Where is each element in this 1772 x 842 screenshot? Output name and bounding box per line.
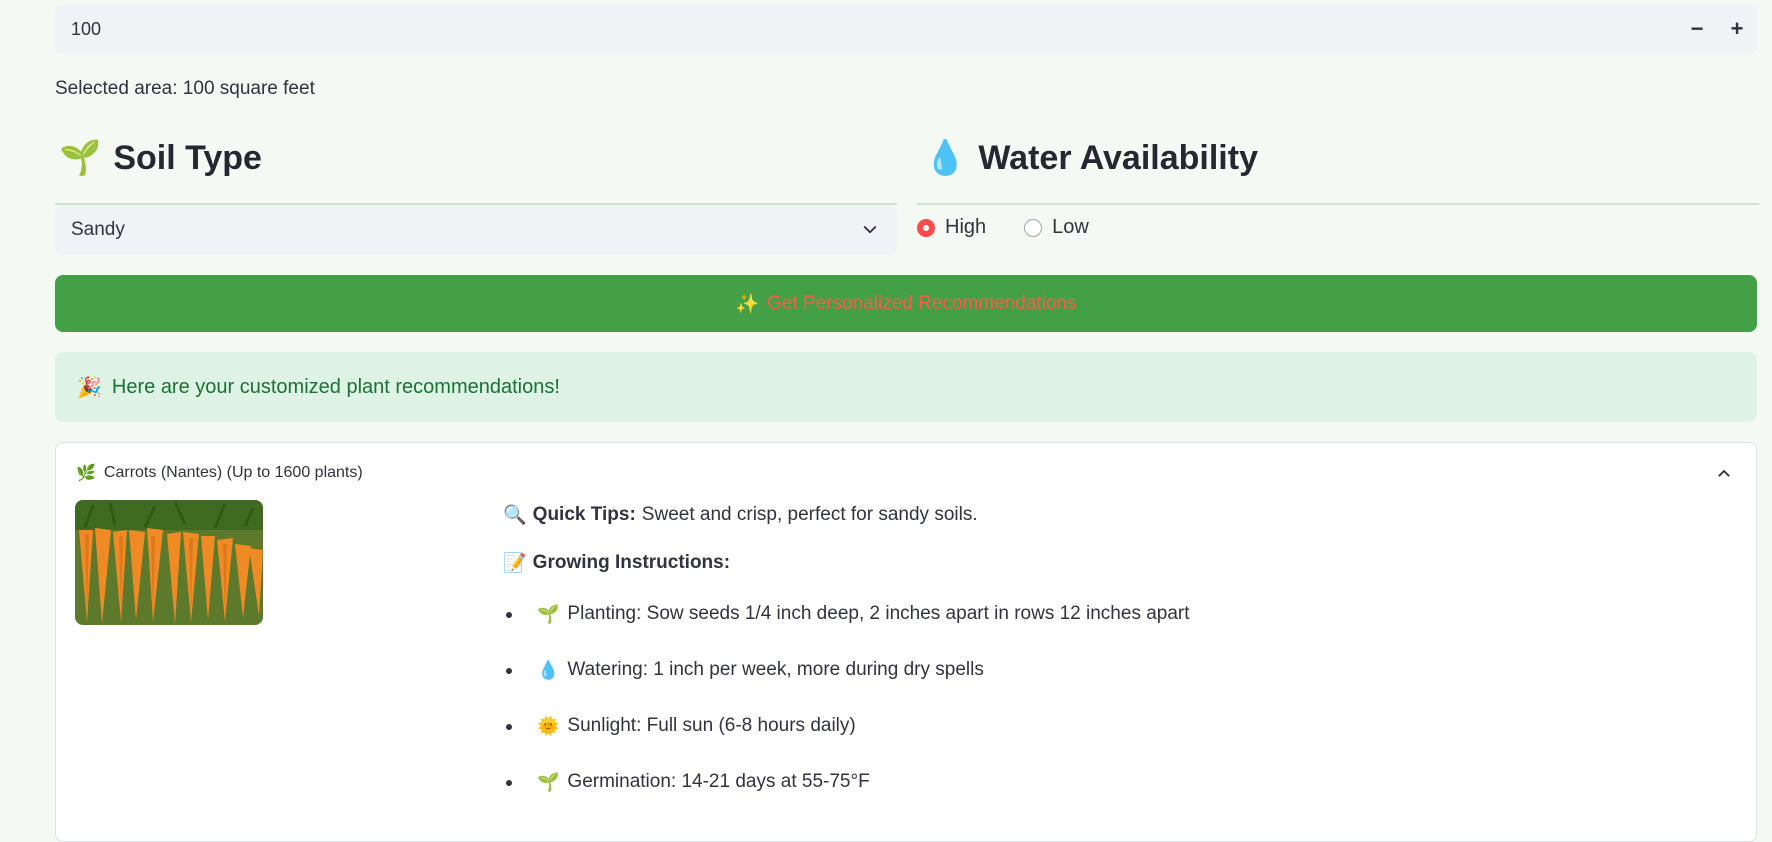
- droplet-icon: 💧: [924, 139, 967, 177]
- seedling-icon: 🌱: [537, 603, 560, 624]
- plant-info: 🔍 Quick Tips: Sweet and crisp, perfect f…: [503, 503, 1190, 823]
- magnifier-icon: 🔍: [503, 505, 527, 526]
- area-number-input[interactable]: 100 − +: [55, 4, 1757, 54]
- carrots-image: [75, 500, 263, 625]
- success-text: Here are your customized plant recommend…: [111, 375, 560, 398]
- memo-icon: 📝: [503, 553, 527, 574]
- area-input-value[interactable]: 100: [55, 19, 1677, 40]
- chevron-down-icon: [859, 219, 881, 241]
- water-availability-header: 💧 Water Availability: [924, 138, 1258, 178]
- water-divider: [917, 203, 1759, 205]
- list-item: 🌞 Sunlight: Full sun (6-8 hours daily): [503, 711, 1190, 741]
- water-availability-radio-group: High Low: [917, 216, 1089, 239]
- seedling-icon: 🌱: [59, 139, 102, 177]
- radio-low-circle[interactable]: [1024, 218, 1043, 237]
- increment-button[interactable]: +: [1717, 4, 1757, 54]
- instruction-text: Planting: Sow seeds 1/4 inch deep, 2 inc…: [567, 603, 1190, 624]
- radio-high-label: High: [945, 216, 987, 238]
- water-availability-title: Water Availability: [978, 138, 1258, 177]
- instruction-text: Germination: 14-21 days at 55-75°F: [567, 771, 870, 792]
- soil-type-title: Soil Type: [113, 138, 262, 177]
- radio-option-low[interactable]: Low: [1024, 216, 1089, 239]
- get-recommendations-button[interactable]: ✨ Get Personalized Recommendations: [55, 275, 1757, 332]
- quick-tips-line: 🔍 Quick Tips: Sweet and crisp, perfect f…: [503, 503, 1190, 527]
- radio-option-high[interactable]: High: [917, 216, 986, 239]
- sparkles-icon: ✨: [735, 293, 760, 315]
- list-item: 💧 Watering: 1 inch per week, more during…: [503, 655, 1190, 685]
- instruction-text: Sunlight: Full sun (6-8 hours daily): [567, 715, 856, 736]
- droplet-icon: 💧: [537, 659, 560, 680]
- herb-icon: 🌿: [76, 465, 96, 482]
- chevron-up-icon[interactable]: [1712, 461, 1736, 485]
- seedling-icon: 🌱: [537, 771, 560, 792]
- quick-tips-text: Sweet and crisp, perfect for sandy soils…: [641, 504, 978, 525]
- selected-area-text: Selected area: 100 square feet: [55, 78, 315, 99]
- soil-type-select[interactable]: Sandy: [55, 205, 897, 255]
- list-item: 🌱 Germination: 14-21 days at 55-75°F: [503, 767, 1190, 797]
- plant-expander: 🌿 Carrots (Nantes) (Up to 1600 plants) 🔍…: [55, 442, 1757, 842]
- success-alert: 🎉 Here are your customized plant recomme…: [55, 352, 1757, 422]
- plant-expander-header[interactable]: 🌿 Carrots (Nantes) (Up to 1600 plants): [76, 463, 363, 483]
- list-item: 🌱 Planting: Sow seeds 1/4 inch deep, 2 i…: [503, 599, 1190, 629]
- party-popper-icon: 🎉: [77, 376, 102, 399]
- soil-type-header: 🌱 Soil Type: [59, 138, 262, 178]
- radio-low-label: Low: [1052, 216, 1089, 238]
- quick-tips-label: Quick Tips:: [532, 504, 636, 525]
- sun-icon: 🌞: [537, 715, 560, 736]
- growing-instructions-label: Growing Instructions:: [532, 552, 731, 573]
- get-recommendations-label: Get Personalized Recommendations: [767, 292, 1077, 314]
- decrement-button[interactable]: −: [1677, 4, 1717, 54]
- instructions-list: 🌱 Planting: Sow seeds 1/4 inch deep, 2 i…: [503, 599, 1190, 797]
- instruction-text: Watering: 1 inch per week, more during d…: [567, 659, 984, 680]
- radio-high-circle[interactable]: [917, 218, 935, 237]
- soil-type-selected-value: Sandy: [71, 219, 125, 240]
- growing-instructions-heading: 📝 Growing Instructions:: [503, 551, 1190, 575]
- plant-title: Carrots (Nantes) (Up to 1600 plants): [103, 464, 363, 481]
